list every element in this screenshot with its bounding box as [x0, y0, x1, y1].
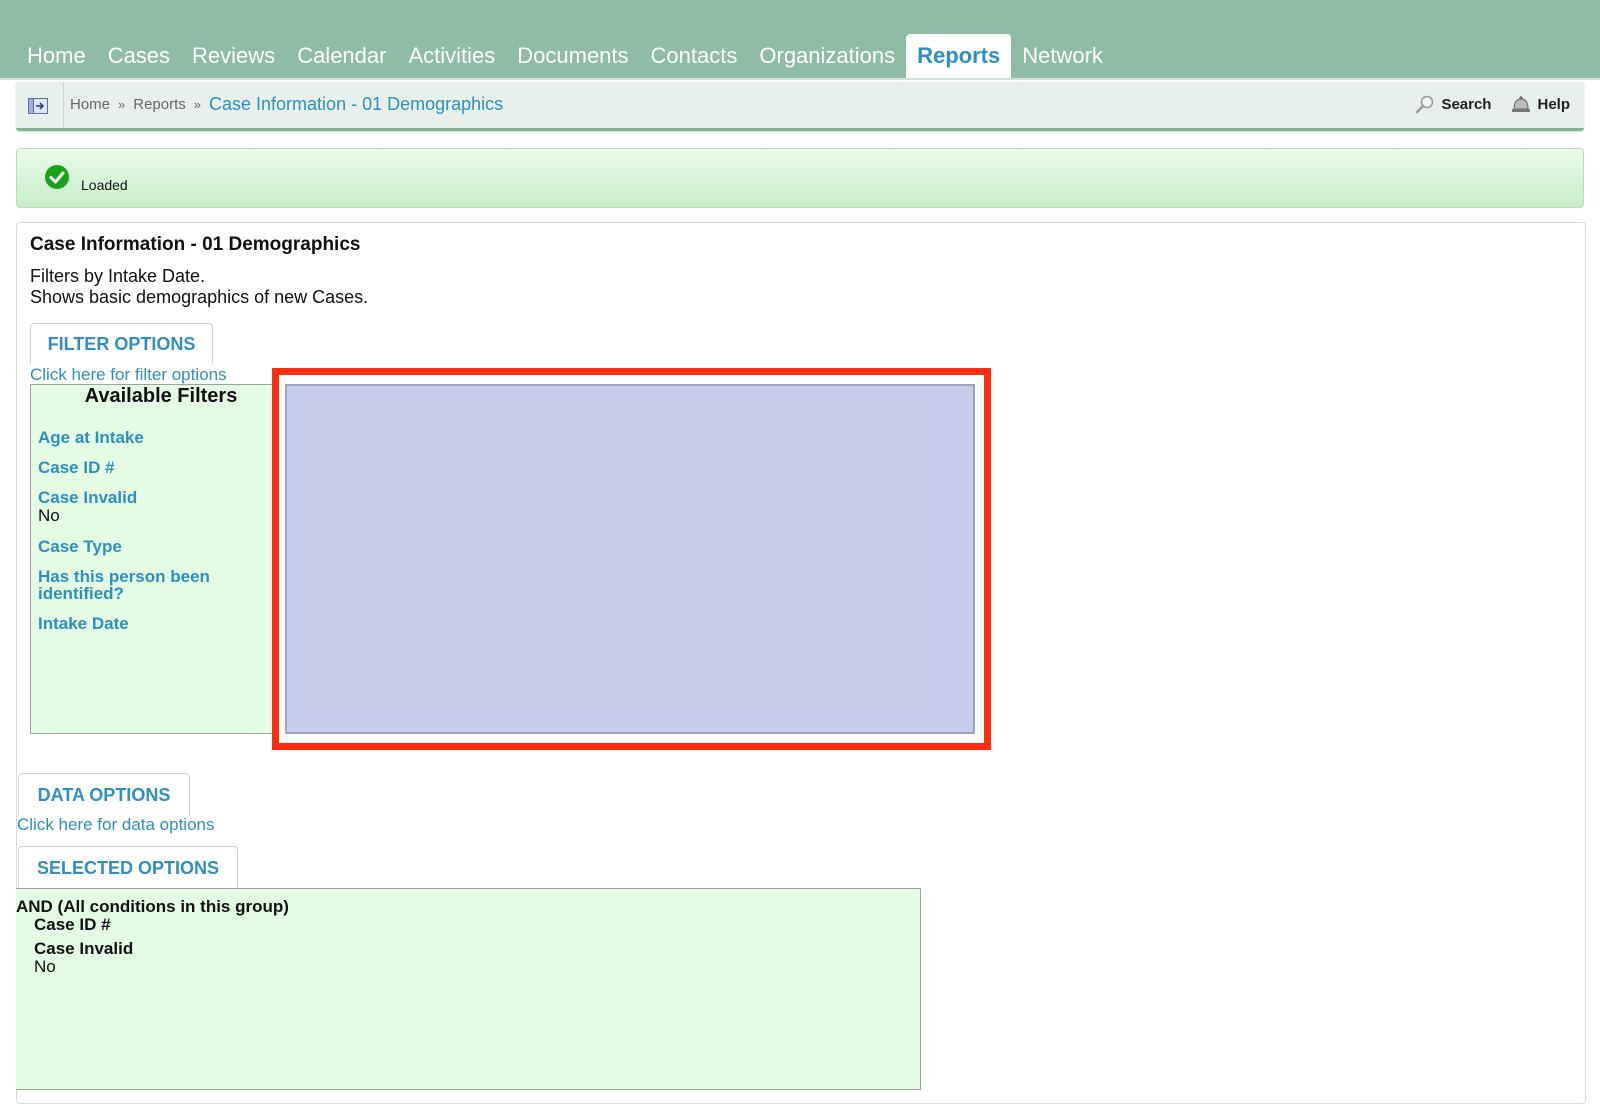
breadcrumb-reports[interactable]: Reports — [133, 96, 186, 113]
filter-options-tab[interactable]: FILTER OPTIONS — [30, 323, 213, 364]
description-line: Shows basic demographics of new Cases. — [30, 287, 369, 307]
header-actions: Search Help — [1415, 94, 1570, 114]
description-line: Filters by Intake Date. — [30, 266, 206, 286]
help-label: Help — [1537, 95, 1570, 113]
filter-case-type[interactable]: Case Type — [38, 538, 268, 555]
filter-case-id[interactable]: Case ID # — [38, 459, 268, 476]
breadcrumb-current[interactable]: Case Information - 01 Demographics — [209, 94, 503, 115]
filter-label: Case Invalid — [38, 488, 138, 507]
selected-condition-value: No — [34, 957, 56, 976]
filter-value: No — [38, 506, 60, 525]
nav-divider — [0, 78, 1600, 80]
help-button[interactable]: Help — [1511, 95, 1570, 113]
tab-contacts[interactable]: Contacts — [640, 42, 749, 78]
breadcrumb: Home » Reports » Case Information - 01 D… — [70, 94, 503, 115]
filter-age-at-intake[interactable]: Age at Intake — [38, 429, 268, 446]
report-description: Filters by Intake Date. Shows basic demo… — [30, 266, 368, 308]
sidebar-toggle-icon[interactable] — [28, 98, 48, 114]
available-filters-heading: Available Filters — [84, 385, 238, 407]
breadcrumb-divider — [63, 82, 64, 128]
search-label: Search — [1441, 95, 1492, 113]
data-options-tab[interactable]: DATA OPTIONS — [18, 773, 190, 816]
filter-person-identified[interactable]: Has this person been identified? — [38, 568, 268, 602]
tab-cases[interactable]: Cases — [97, 42, 181, 78]
tab-reports[interactable]: Reports — [906, 34, 1012, 78]
breadcrumb-separator: » — [193, 97, 202, 112]
breadcrumb-separator: » — [118, 97, 126, 112]
tab-home[interactable]: Home — [16, 42, 97, 78]
data-options-link[interactable]: Click here for data options — [17, 815, 215, 835]
selected-options-panel — [16, 888, 921, 1090]
page-title: Case Information - 01 Demographics — [30, 234, 361, 255]
available-filters-panel: Available Filters Age at Intake Case ID … — [30, 384, 274, 734]
tab-organizations[interactable]: Organizations — [748, 42, 906, 78]
breadcrumb-bar: Home » Reports » Case Information - 01 D… — [16, 82, 1584, 131]
selected-condition-case-invalid[interactable]: Case Invalid — [34, 939, 133, 959]
filters-list: Age at Intake Case ID # Case Invalid No … — [38, 429, 268, 645]
tab-reviews[interactable]: Reviews — [181, 42, 286, 78]
breadcrumb-home[interactable]: Home — [70, 96, 110, 113]
search-button[interactable]: Search — [1415, 94, 1491, 114]
selected-options-tab[interactable]: SELECTED OPTIONS — [18, 846, 238, 889]
search-icon — [1416, 95, 1434, 114]
status-message: Loaded — [81, 177, 128, 193]
tab-documents[interactable]: Documents — [506, 42, 639, 78]
selected-condition-case-id[interactable]: Case ID # — [34, 915, 111, 935]
tab-activities[interactable]: Activities — [397, 42, 506, 78]
filter-options-link[interactable]: Click here for filter options — [30, 365, 227, 385]
help-bell-icon — [1512, 96, 1531, 112]
check-circle-icon — [45, 165, 69, 189]
main-tabs: Home Cases Reviews Calendar Activities D… — [16, 34, 1114, 78]
condition-group-label: AND (All conditions in this group) — [16, 897, 289, 916]
tab-calendar[interactable]: Calendar — [286, 42, 397, 78]
top-navigation: Home Cases Reviews Calendar Activities D… — [0, 0, 1600, 78]
status-bar: Loaded — [16, 148, 1584, 208]
filter-case-invalid[interactable]: Case Invalid No — [38, 489, 268, 525]
tab-network[interactable]: Network — [1011, 42, 1114, 78]
highlight-box — [272, 368, 991, 750]
filter-intake-date[interactable]: Intake Date — [38, 615, 268, 632]
